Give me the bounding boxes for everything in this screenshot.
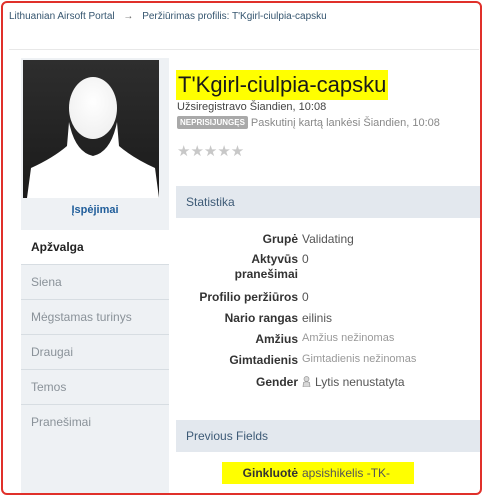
nav-item-overview[interactable]: Apžvalga [21, 230, 169, 264]
rating-stars[interactable]: ★★★★★ [177, 142, 244, 160]
registration-date: Užsiregistravo Šiandien, 10:08 [177, 101, 327, 113]
stat-value: Lytis nenustatyta [315, 375, 405, 389]
field-value: apsishikelis -TK- [302, 466, 391, 480]
stat-value: 0 [302, 252, 309, 266]
stat-value: Gimtadienis nežinomas [302, 353, 417, 365]
breadcrumb-current: Peržiūrimas profilis: T'Kgirl-ciulpia-ca… [142, 11, 327, 22]
profile-username: T'Kgirl-ciulpia-capsku [176, 70, 389, 100]
nav-item-posts[interactable]: Pranešimai [21, 404, 169, 439]
stat-label: Gender [255, 375, 298, 389]
nav-item-friends[interactable]: Draugai [21, 334, 169, 369]
stat-label: Profilio peržiūros [199, 290, 298, 304]
last-visit: Paskutinį kartą lankėsi Šiandien, 10:08 [250, 117, 440, 129]
stat-label: Aktyvūs pranešimai [234, 252, 298, 281]
nav-item-wall[interactable]: Siena [21, 264, 169, 299]
stat-value: Validating [302, 232, 354, 246]
previous-fields-header: Previous Fields [176, 420, 480, 452]
statistics-header: Statistika [176, 186, 480, 218]
stat-label: Grupė [262, 232, 298, 246]
nav-item-topics[interactable]: Temos [21, 369, 169, 404]
stat-value-wrap: Lytis nenustatyta [302, 375, 405, 389]
gender-unknown-icon [302, 376, 311, 387]
default-avatar-icon [27, 77, 159, 198]
breadcrumb-separator: → [123, 11, 134, 22]
stat-value: 0 [302, 290, 309, 304]
avatar [23, 60, 159, 198]
stat-label: Nario rangas [224, 311, 298, 325]
offline-badge: NEPRISIJUNGĘS [177, 116, 248, 129]
nav-item-liked-content[interactable]: Mėgstamas turinys [21, 299, 169, 334]
stat-value: eilinis [302, 311, 333, 325]
breadcrumb: Lithuanian Airsoft Portal → Peržiūrimas … [9, 11, 327, 22]
stat-label: Amžius [255, 332, 298, 346]
annotation-frame: Lithuanian Airsoft Portal → Peržiūrimas … [1, 1, 482, 495]
stat-value: Amžius nežinomas [302, 332, 395, 344]
breadcrumb-home-link[interactable]: Lithuanian Airsoft Portal [9, 11, 115, 22]
field-label: Ginkluotė [242, 466, 298, 480]
breadcrumb-divider [9, 29, 479, 50]
stat-label: Gimtadienis [229, 353, 298, 367]
profile-sidebar: Įspėjimai Apžvalga Siena Mėgstamas turin… [21, 58, 169, 493]
warnings-link[interactable]: Įspėjimai [21, 204, 169, 216]
online-status: NEPRISIJUNGĘS Paskutinį kartą lankėsi Šia… [177, 116, 440, 129]
profile-nav: Apžvalga Siena Mėgstamas turinys Draugai… [21, 230, 169, 439]
section-footer [176, 441, 480, 445]
